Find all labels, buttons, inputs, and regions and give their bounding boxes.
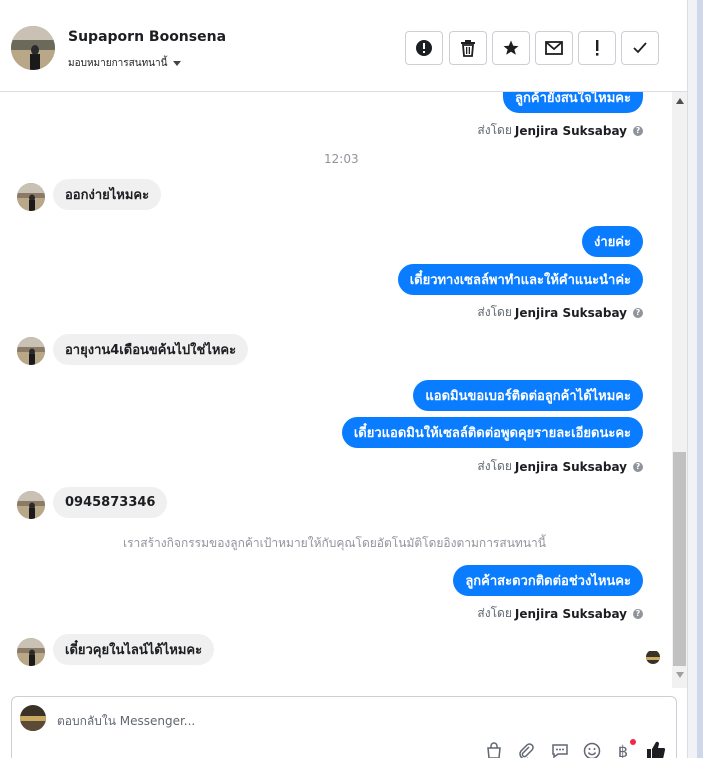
- help-icon[interactable]: ?: [633, 307, 643, 318]
- envelope-icon: [545, 41, 563, 55]
- help-icon[interactable]: ?: [633, 125, 643, 136]
- outgoing-message: ง่ายค่ะ: [582, 226, 643, 257]
- system-note: เราสร้างกิจกรรมของลูกค้าเป้าหมายให้กับคุ…: [123, 536, 546, 550]
- scroll-down-arrow-icon[interactable]: [676, 672, 684, 678]
- star-button[interactable]: [492, 31, 530, 65]
- outgoing-message: แอดมินขอเบอร์ติดต่อลูกค้าได้ไหมคะ: [413, 380, 643, 411]
- help-icon[interactable]: ?: [633, 608, 643, 619]
- spam-button[interactable]: [405, 31, 443, 65]
- message-thread[interactable]: ลูกค้ายังสนใจไหมคะ ส่งโดย Jenjira Suksab…: [0, 92, 672, 688]
- caret-down-icon: [173, 61, 182, 66]
- sent-by-label: ส่งโดย Jenjira Suksabay ?: [477, 303, 643, 322]
- incoming-message: ออกง่ายไหมคะ: [53, 179, 162, 210]
- outgoing-message: ลูกค้าสะดวกติดต่อช่วงไหนคะ: [453, 565, 643, 596]
- incoming-message: 0945873346: [53, 487, 168, 518]
- sender-name: Jenjira Suksabay: [514, 606, 627, 621]
- thread-scrollbar[interactable]: [672, 92, 687, 688]
- conversation-header: Supaporn Boonsena มอบหมายการสนทนานี้: [0, 0, 688, 92]
- reply-composer[interactable]: ตอบกลับใน Messenger... ฿: [11, 696, 677, 758]
- scroll-up-arrow-icon[interactable]: [676, 98, 684, 104]
- trash-icon: [461, 40, 475, 57]
- assign-conversation-dropdown[interactable]: มอบหมายการสนทนานี้: [68, 56, 182, 71]
- help-icon[interactable]: ?: [633, 461, 643, 472]
- contact-name: Supaporn Boonsena: [68, 29, 227, 45]
- conversation-panel: Supaporn Boonsena มอบหมายการสนทนานี้ ลูก…: [0, 0, 688, 758]
- contact-avatar-small: [17, 337, 45, 365]
- outgoing-message: ลูกค้ายังสนใจไหมคะ: [503, 92, 643, 113]
- shopping-bag-icon[interactable]: [484, 741, 504, 758]
- contact-avatar-small: [17, 183, 45, 211]
- unread-button[interactable]: [535, 31, 573, 65]
- alert-circle-icon: [416, 40, 432, 56]
- saved-replies-icon[interactable]: [550, 741, 570, 758]
- sent-by-label: ส่งโดย Jenjira Suksabay ?: [477, 121, 643, 140]
- reply-input[interactable]: ตอบกลับใน Messenger...: [57, 712, 195, 731]
- seen-receipt-avatar: [646, 650, 660, 664]
- page-avatar: [20, 705, 46, 731]
- assign-label: มอบหมายการสนทนานี้: [68, 58, 168, 69]
- follow-up-button[interactable]: [578, 31, 616, 65]
- outgoing-message: เดี๋ยวแอดมินให้เซลล์ติดต่อพูดคุยรายละเอี…: [341, 417, 643, 448]
- contact-avatar-small: [17, 491, 45, 519]
- payment-icon[interactable]: ฿: [613, 739, 636, 758]
- notification-dot: [630, 739, 636, 745]
- incoming-message: อายุงาน4เดือนขค้นไปใช่ไหคะ: [53, 334, 249, 365]
- exclamation-icon: [596, 40, 599, 56]
- sent-by-label: ส่งโดย Jenjira Suksabay ?: [477, 457, 643, 476]
- message-timestamp: 12:03: [324, 152, 359, 166]
- sender-name: Jenjira Suksabay: [514, 305, 627, 320]
- sender-name: Jenjira Suksabay: [514, 459, 627, 474]
- delete-button[interactable]: [449, 31, 487, 65]
- contact-avatar-small: [17, 638, 45, 666]
- sender-name: Jenjira Suksabay: [514, 123, 627, 138]
- incoming-message: เดี๋ยวคุยในไลน์ได้ไหมคะ: [53, 634, 215, 665]
- emoji-icon[interactable]: [582, 741, 602, 758]
- scrollbar-thumb[interactable]: [673, 452, 686, 666]
- paperclip-icon[interactable]: [516, 741, 536, 758]
- contact-avatar[interactable]: [11, 26, 55, 70]
- star-icon: [503, 40, 519, 55]
- sent-by-label: ส่งโดย Jenjira Suksabay ?: [477, 604, 643, 623]
- thumbs-up-icon[interactable]: [646, 741, 666, 758]
- outgoing-message: เดี๋ยวทางเซลล์พาทำและให้คำแนะนำค่ะ: [397, 264, 643, 295]
- done-button[interactable]: [621, 31, 659, 65]
- check-icon: [633, 42, 647, 54]
- window-edge: [688, 0, 703, 758]
